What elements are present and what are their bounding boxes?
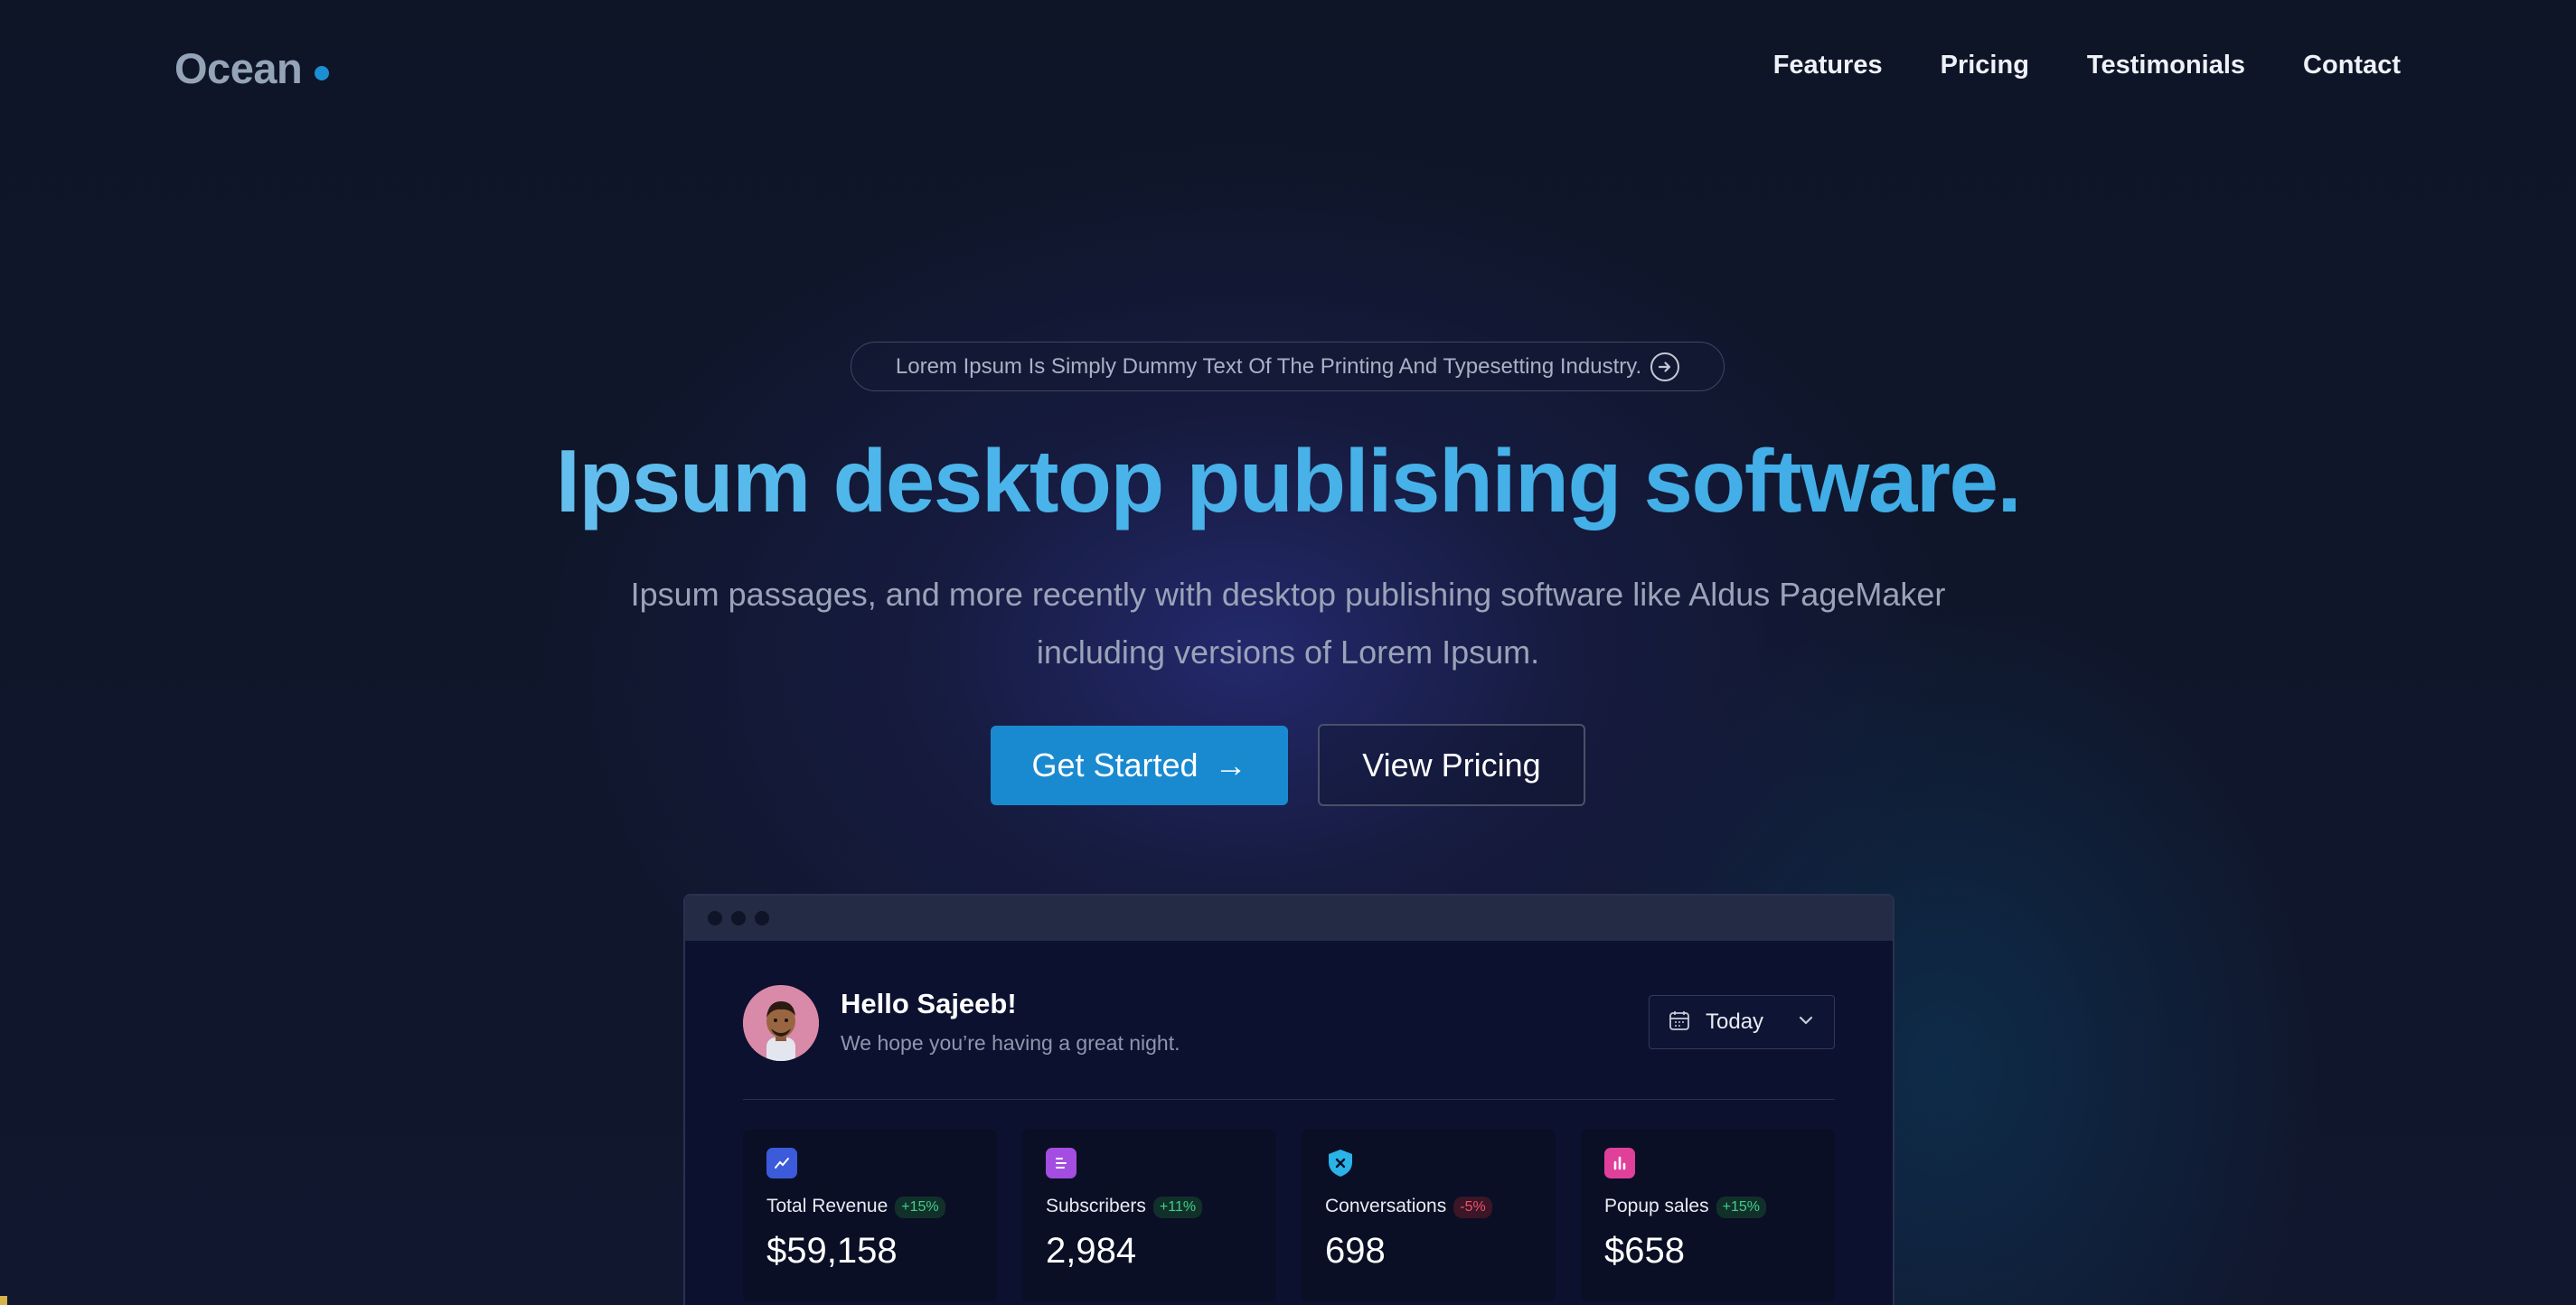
change-badge: -5% xyxy=(1453,1197,1492,1218)
view-pricing-button[interactable]: View Pricing xyxy=(1318,724,1585,806)
window-dot-icon xyxy=(755,911,769,925)
window-dot-icon xyxy=(708,911,722,925)
window-titlebar xyxy=(685,896,1893,941)
nav-link-contact[interactable]: Contact xyxy=(2303,51,2401,80)
chevron-down-icon xyxy=(1796,1010,1816,1035)
date-filter-dropdown[interactable]: Today xyxy=(1649,995,1835,1049)
divider xyxy=(743,1099,1835,1100)
stat-card-total-revenue[interactable]: Total Revenue +15% $59,158 xyxy=(743,1130,997,1301)
stat-card-value: 2,984 xyxy=(1046,1231,1137,1271)
nav-link-pricing[interactable]: Pricing xyxy=(1941,51,2029,80)
list-icon xyxy=(1046,1148,1076,1178)
stat-card-popup-sales[interactable]: Popup sales +15% $658 xyxy=(1581,1130,1835,1301)
nav-links: Features Pricing Testimonials Contact xyxy=(1773,51,2401,80)
shield-x-icon xyxy=(1325,1148,1356,1178)
top-navigation: Ocean Features Pricing Testimonials Cont… xyxy=(0,0,2576,136)
stat-card-value: $59,158 xyxy=(766,1231,898,1271)
announcement-text: Lorem Ipsum Is Simply Dummy Text Of The … xyxy=(895,353,1642,379)
nav-link-features[interactable]: Features xyxy=(1773,51,1883,80)
hero-subtitle: Ipsum passages, and more recently with d… xyxy=(630,576,1946,671)
stat-card-subscribers[interactable]: Subscribers +11% 2,984 xyxy=(1022,1130,1276,1301)
change-badge: +15% xyxy=(895,1197,945,1218)
arrow-right-icon: → xyxy=(1214,746,1247,784)
stat-card-label: Popup sales +15% xyxy=(1604,1196,1766,1218)
stat-card-value: 698 xyxy=(1325,1231,1386,1271)
avatar xyxy=(743,985,819,1061)
greeting-subtitle: We hope you’re having a great night. xyxy=(841,1031,1180,1055)
stat-card-label: Subscribers +11% xyxy=(1046,1196,1203,1218)
stat-label-text: Popup sales xyxy=(1604,1196,1709,1216)
greeting-title: Hello Sajeeb! xyxy=(841,988,1017,1019)
logo-text[interactable]: Ocean xyxy=(174,43,303,93)
bar-chart-icon xyxy=(1604,1148,1635,1178)
get-started-label: Get Started xyxy=(1031,746,1199,784)
corner-accent xyxy=(0,1296,7,1305)
stat-label-text: Conversations xyxy=(1325,1196,1447,1216)
stat-label-text: Total Revenue xyxy=(766,1196,888,1216)
stat-card-value: $658 xyxy=(1604,1231,1685,1271)
window-dot-icon xyxy=(731,911,746,925)
hero-headline: Ipsum desktop publishing software. xyxy=(0,427,2576,535)
stat-card-conversations[interactable]: Conversations -5% 698 xyxy=(1302,1130,1556,1301)
arrow-right-circle-icon xyxy=(1650,352,1680,381)
change-badge: +11% xyxy=(1152,1197,1203,1218)
stat-label-text: Subscribers xyxy=(1046,1196,1146,1216)
chart-up-icon xyxy=(766,1148,797,1178)
announcement-pill[interactable]: Lorem Ipsum Is Simply Dummy Text Of The … xyxy=(851,342,1725,391)
change-badge: +15% xyxy=(1716,1197,1766,1218)
calendar-icon xyxy=(1668,1009,1691,1037)
stats-cards: Total Revenue +15% $59,158 Subscribers +11… xyxy=(743,1130,1835,1301)
stat-card-label: Total Revenue +15% xyxy=(766,1196,945,1218)
logo-dot-icon xyxy=(315,66,329,80)
dashboard-preview-window: Hello Sajeeb! We hope you’re having a gr… xyxy=(683,894,1894,1305)
nav-link-testimonials[interactable]: Testimonials xyxy=(2087,51,2245,80)
date-filter-label: Today xyxy=(1706,1009,1764,1034)
get-started-button[interactable]: Get Started → xyxy=(991,726,1288,805)
stat-card-label: Conversations -5% xyxy=(1325,1196,1492,1218)
